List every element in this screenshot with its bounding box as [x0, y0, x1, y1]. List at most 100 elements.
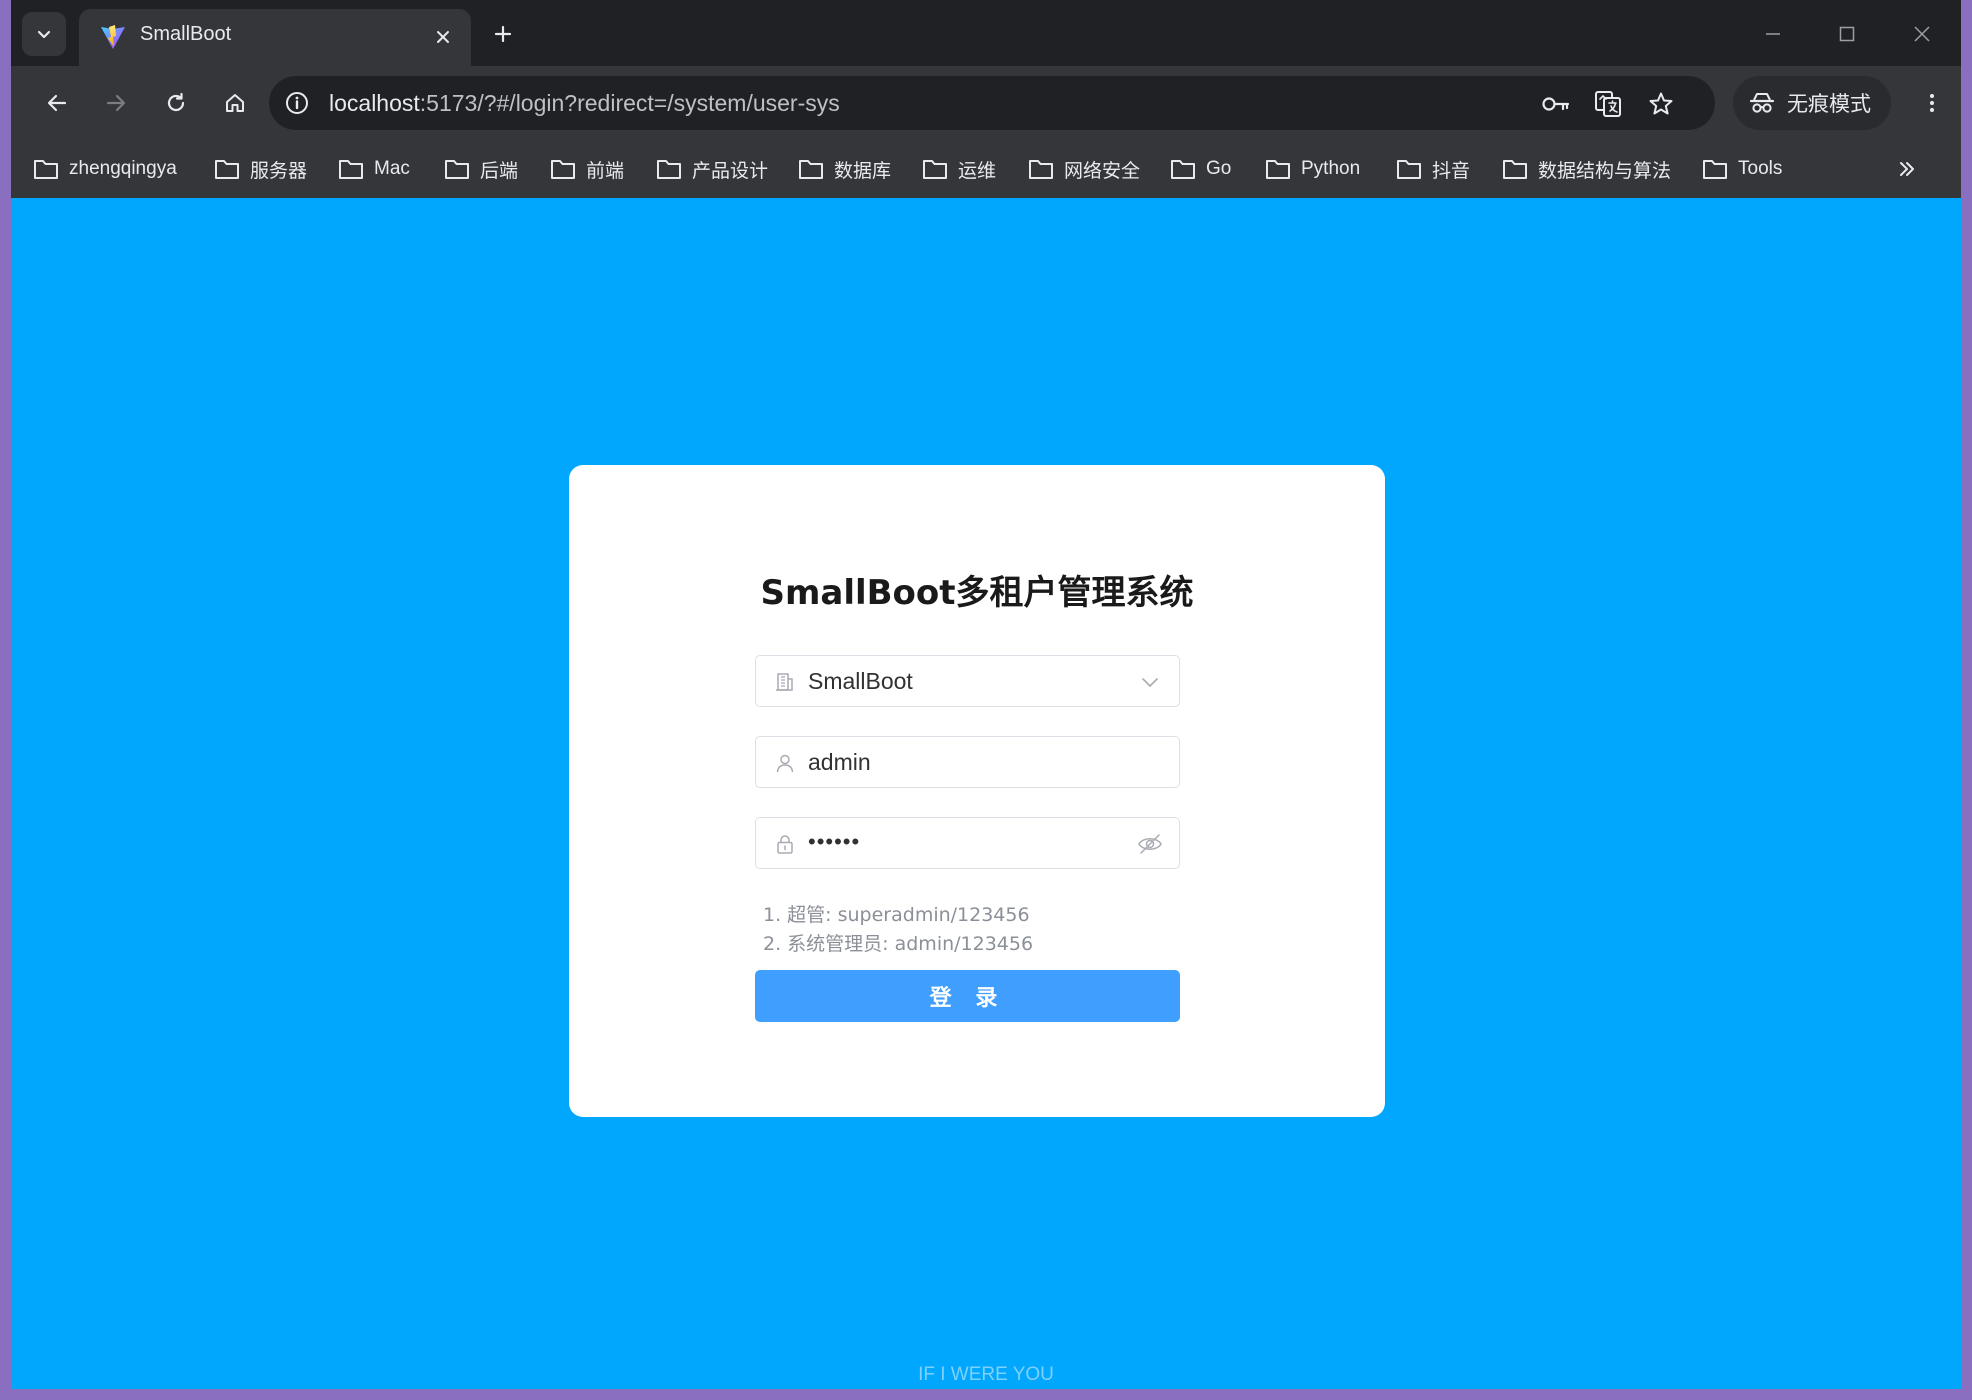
url-host: localhost: [329, 90, 420, 116]
password-field[interactable]: ••••••: [755, 817, 1180, 869]
close-icon: [1914, 26, 1930, 42]
login-card: SmallBoot多租户管理系统 SmallBoot admin ••••••: [569, 465, 1385, 1117]
arrow-left-icon: [47, 94, 67, 112]
tab-smallboot[interactable]: SmallBoot: [79, 9, 471, 66]
login-button[interactable]: 登 录: [755, 970, 1180, 1022]
key-icon: [1542, 97, 1570, 111]
bookmark-folder[interactable]: Go: [1170, 153, 1231, 185]
window-close-button[interactable]: [1900, 14, 1944, 54]
maximize-button[interactable]: [1825, 14, 1869, 54]
close-icon: [437, 31, 449, 43]
folder-icon: [1397, 160, 1421, 179]
site-info-button[interactable]: [281, 87, 313, 119]
username-field[interactable]: admin: [755, 736, 1180, 788]
tab-search-button[interactable]: [22, 12, 66, 56]
bookmark-folder[interactable]: Python: [1265, 153, 1360, 185]
eye-off-icon[interactable]: [1137, 832, 1163, 856]
more-vertical-icon: [1930, 94, 1934, 112]
folder-icon: [445, 160, 469, 179]
url-text[interactable]: localhost:5173/?#/login?redirect=/system…: [329, 90, 840, 117]
user-icon: [774, 752, 796, 774]
back-button[interactable]: [35, 81, 79, 125]
browser-menu-button[interactable]: [1910, 81, 1954, 125]
bookmark-folder[interactable]: 抖音: [1396, 153, 1470, 185]
incognito-indicator[interactable]: 无痕模式: [1733, 76, 1891, 130]
bookmark-folder[interactable]: 前端: [550, 153, 624, 185]
bookmark-folder[interactable]: 运维: [922, 153, 996, 185]
browser-toolbar: localhost:5173/?#/login?redirect=/system…: [11, 66, 1961, 140]
bookmark-label: Mac: [374, 158, 410, 179]
folder-icon: [657, 160, 681, 179]
home-icon: [226, 94, 244, 112]
office-building-icon: [774, 671, 796, 693]
chevron-double-right-icon: [1900, 162, 1914, 176]
tab-strip: SmallBoot: [11, 0, 1961, 66]
bookmark-label: zhengqingya: [69, 158, 177, 179]
bookmark-folder[interactable]: 产品设计: [656, 153, 768, 185]
login-title: SmallBoot多租户管理系统: [760, 573, 1194, 613]
bookmark-label: 前端: [586, 160, 625, 182]
bookmark-folder[interactable]: Tools: [1702, 153, 1782, 185]
vite-logo-icon: [101, 25, 125, 49]
password-value: ••••••: [808, 829, 861, 854]
bookmark-folder[interactable]: 数据库: [798, 153, 891, 185]
bookmark-label: Tools: [1738, 158, 1783, 179]
bookmarks-overflow-button[interactable]: [1891, 153, 1923, 185]
bookmark-label: 数据库: [834, 160, 892, 182]
translate-button[interactable]: [1591, 87, 1625, 121]
address-bar[interactable]: localhost:5173/?#/login?redirect=/system…: [269, 76, 1715, 130]
url-path: :5173/?#/login?redirect=/system/user-sys: [419, 90, 840, 116]
password-manager-button[interactable]: [1539, 87, 1573, 121]
bookmark-label: Go: [1206, 158, 1232, 179]
translate-icon: [1595, 91, 1621, 117]
footer-text: IF I WERE YOU: [918, 1364, 1054, 1385]
bookmark-label: 抖音: [1432, 160, 1471, 182]
browser-window: SmallBoot localhost:5173/?#/login?redire…: [11, 0, 1961, 1389]
bookmark-label: 产品设计: [692, 160, 769, 182]
bookmark-label: 数据结构与算法: [1538, 160, 1672, 182]
tenant-value: SmallBoot: [808, 668, 913, 694]
folder-icon: [1703, 160, 1727, 179]
bookmark-star-button[interactable]: [1644, 87, 1678, 121]
arrow-right-icon: [106, 94, 126, 112]
chevron-down-icon: [37, 30, 51, 39]
folder-icon: [1503, 160, 1527, 179]
hint-line: 1. 超管: superadmin/123456: [763, 904, 1030, 926]
username-value: admin: [808, 749, 871, 775]
folder-icon: [1266, 160, 1290, 179]
bookmark-label: 服务器: [250, 160, 308, 182]
folder-icon: [1171, 160, 1195, 179]
bookmark-label: Python: [1301, 158, 1361, 179]
bookmark-label: 网络安全: [1064, 160, 1141, 182]
bookmark-label: 后端: [480, 160, 519, 182]
folder-icon: [339, 160, 363, 179]
home-button[interactable]: [213, 81, 257, 125]
bookmark-folder[interactable]: Mac: [338, 153, 410, 185]
bookmarks-bar: zhengqingya 服务器 Mac 后端 前端 产品设计 数据库 运维 网络…: [11, 140, 1961, 198]
incognito-icon: [1749, 93, 1775, 113]
folder-icon: [1029, 160, 1053, 179]
login-hints: 1. 超管: superadmin/123456 2. 系统管理员: admin…: [763, 901, 1033, 959]
reload-button[interactable]: [154, 81, 198, 125]
tab-close-button[interactable]: [429, 23, 457, 51]
incognito-label: 无痕模式: [1787, 92, 1871, 116]
folder-icon: [923, 160, 947, 179]
login-page: SmallBoot多租户管理系统 SmallBoot admin ••••••: [11, 198, 1961, 1389]
star-icon: [1649, 92, 1673, 115]
tenant-select[interactable]: SmallBoot: [755, 655, 1180, 707]
bookmark-label: 运维: [958, 160, 997, 182]
bookmark-folder[interactable]: 数据结构与算法: [1502, 153, 1671, 185]
reload-icon: [167, 92, 185, 112]
bookmark-folder[interactable]: 后端: [444, 153, 518, 185]
minimize-button[interactable]: [1751, 14, 1795, 54]
bookmark-folder[interactable]: zhengqingya: [33, 153, 177, 185]
lock-icon: [774, 833, 796, 855]
forward-button[interactable]: [94, 81, 138, 125]
maximize-icon: [1839, 26, 1855, 42]
info-icon: [286, 92, 308, 114]
tab-title: SmallBoot: [140, 23, 232, 45]
bookmark-folder[interactable]: 服务器: [214, 153, 307, 185]
minimize-icon: [1766, 33, 1780, 35]
bookmark-folder[interactable]: 网络安全: [1028, 153, 1140, 185]
new-tab-button[interactable]: [483, 14, 523, 54]
